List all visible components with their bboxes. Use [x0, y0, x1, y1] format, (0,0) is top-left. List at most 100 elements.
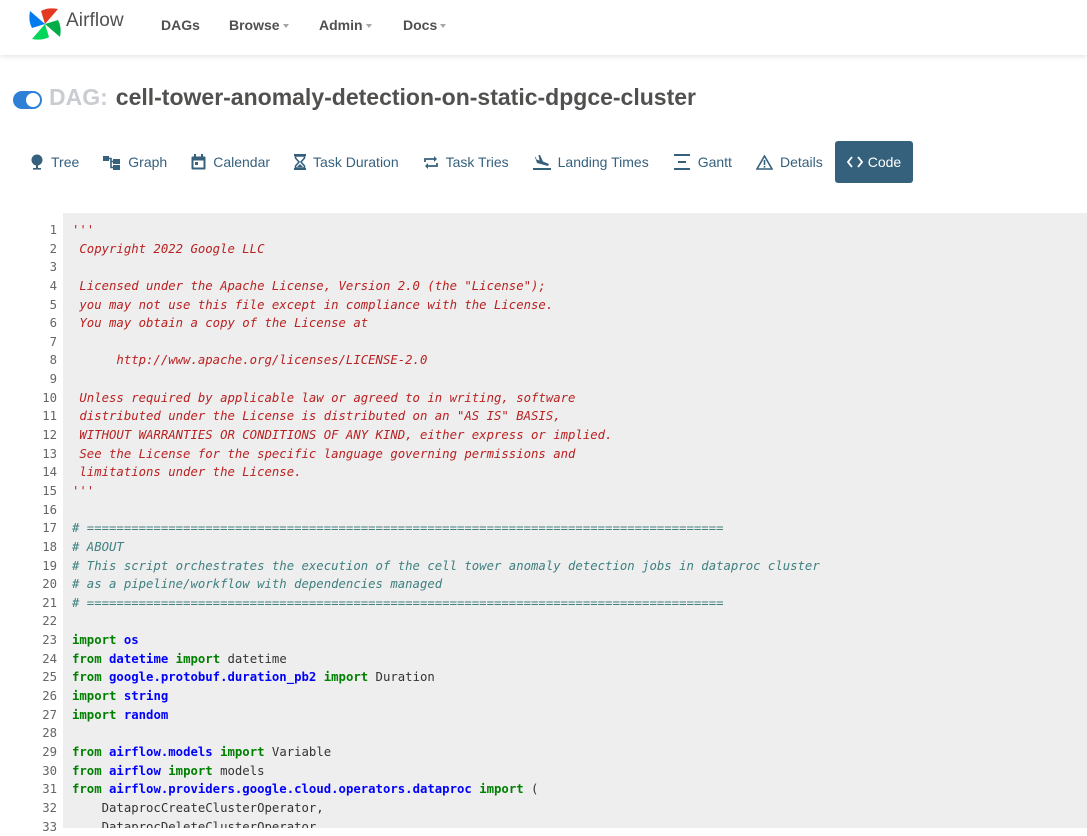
code-line: DataprocCreateClusterOperator, [72, 799, 1087, 818]
tab-graph-label: Graph [128, 154, 167, 170]
line-number: 14 [0, 463, 57, 482]
dag-label: DAG: [49, 84, 108, 111]
code-line: http://www.apache.org/licenses/LICENSE-2… [72, 351, 1087, 370]
caret-down-icon [440, 24, 446, 28]
nav-dags[interactable]: DAGs [161, 17, 200, 33]
nav-dags-label: DAGs [161, 17, 200, 33]
code-line: from google.protobuf.duration_pb2 import… [72, 668, 1087, 687]
line-number: 12 [0, 426, 57, 445]
nav-docs-label: Docs [403, 17, 437, 33]
line-number: 32 [0, 799, 57, 818]
line-number: 23 [0, 631, 57, 650]
tab-tree[interactable]: Tree [18, 141, 91, 183]
tab-details[interactable]: Details [744, 141, 835, 183]
graph-icon [103, 155, 121, 170]
line-number: 21 [0, 594, 57, 613]
line-number: 31 [0, 780, 57, 799]
code-line: WITHOUT WARRANTIES OR CONDITIONS OF ANY … [72, 426, 1087, 445]
code-line: Unless required by applicable law or agr… [72, 389, 1087, 408]
line-number: 27 [0, 706, 57, 725]
line-number: 11 [0, 407, 57, 426]
code-line: from airflow import models [72, 762, 1087, 781]
tab-calendar[interactable]: Calendar [179, 141, 282, 183]
code-line: you may not use this file except in comp… [72, 296, 1087, 315]
code-line: from datetime import datetime [72, 650, 1087, 669]
caret-down-icon [366, 24, 372, 28]
code-line: from airflow.providers.google.cloud.oper… [72, 780, 1087, 799]
tab-gantt[interactable]: Gantt [661, 141, 744, 183]
calendar-icon [191, 154, 206, 170]
top-navbar: Airflow DAGs Browse Admin Docs [0, 0, 1087, 55]
code-line: # ======================================… [72, 594, 1087, 613]
nav-browse[interactable]: Browse [229, 17, 289, 33]
pause-toggle[interactable] [13, 91, 42, 109]
line-number: 15 [0, 482, 57, 501]
nav-docs[interactable]: Docs [403, 17, 446, 33]
nav-admin[interactable]: Admin [319, 17, 372, 33]
line-number: 13 [0, 445, 57, 464]
line-number: 18 [0, 538, 57, 557]
line-number: 4 [0, 277, 57, 296]
code-line: Licensed under the Apache License, Versi… [72, 277, 1087, 296]
tab-tree-label: Tree [51, 154, 79, 170]
code-line [72, 612, 1087, 631]
tab-details-label: Details [780, 154, 823, 170]
retry-icon [423, 155, 439, 170]
tab-gantt-label: Gantt [698, 154, 732, 170]
airflow-logo[interactable]: Airflow [27, 4, 124, 44]
warning-triangle-icon [756, 155, 773, 170]
tab-calendar-label: Calendar [213, 154, 270, 170]
code-viewer: 1234567891011121314151617181920212223242… [0, 213, 1087, 828]
line-number: 30 [0, 762, 57, 781]
line-number: 9 [0, 370, 57, 389]
line-number: 25 [0, 668, 57, 687]
source-code: ''' Copyright 2022 Google LLC Licensed u… [63, 213, 1087, 828]
line-number: 6 [0, 314, 57, 333]
code-line: # This script orchestrates the execution… [72, 557, 1087, 576]
line-number: 3 [0, 258, 57, 277]
tab-task-duration[interactable]: Task Duration [282, 141, 411, 183]
line-number: 28 [0, 724, 57, 743]
code-line: import string [72, 687, 1087, 706]
hourglass-icon [294, 154, 306, 170]
landing-icon [533, 155, 551, 170]
line-number: 10 [0, 389, 57, 408]
line-number: 17 [0, 519, 57, 538]
line-number: 8 [0, 351, 57, 370]
line-number-gutter: 1234567891011121314151617181920212223242… [0, 213, 63, 828]
line-number: 7 [0, 333, 57, 352]
tab-graph[interactable]: Graph [91, 141, 179, 183]
line-number: 29 [0, 743, 57, 762]
code-line: See the License for the specific languag… [72, 445, 1087, 464]
pinwheel-logo-icon [27, 6, 63, 42]
line-number: 5 [0, 296, 57, 315]
brand-name: Airflow [66, 10, 124, 32]
code-line: distributed under the License is distrib… [72, 407, 1087, 426]
code-line: ''' [72, 482, 1087, 501]
code-line [72, 258, 1087, 277]
code-line: import os [72, 631, 1087, 650]
line-number: 22 [0, 612, 57, 631]
tab-task-tries-label: Task Tries [446, 154, 509, 170]
code-line: ''' [72, 221, 1087, 240]
tab-landing-times[interactable]: Landing Times [521, 141, 661, 183]
nav-browse-label: Browse [229, 17, 280, 33]
view-tabs: Tree Graph Calendar Task Duration Task T… [18, 141, 913, 183]
code-line: limitations under the License. [72, 463, 1087, 482]
tab-task-tries[interactable]: Task Tries [411, 141, 521, 183]
dag-name: cell-tower-anomaly-detection-on-static-d… [116, 84, 696, 111]
gantt-icon [673, 154, 691, 170]
code-line: # ABOUT [72, 538, 1087, 557]
code-line: Copyright 2022 Google LLC [72, 240, 1087, 259]
code-line: # as a pipeline/workflow with dependenci… [72, 575, 1087, 594]
nav-admin-label: Admin [319, 17, 363, 33]
tab-code-label: Code [868, 154, 901, 170]
tab-code[interactable]: Code [835, 141, 913, 183]
tab-task-duration-label: Task Duration [313, 154, 399, 170]
code-line [72, 501, 1087, 520]
caret-down-icon [283, 24, 289, 28]
line-number: 19 [0, 557, 57, 576]
code-line [72, 724, 1087, 743]
code-line: from airflow.models import Variable [72, 743, 1087, 762]
code-line [72, 333, 1087, 352]
